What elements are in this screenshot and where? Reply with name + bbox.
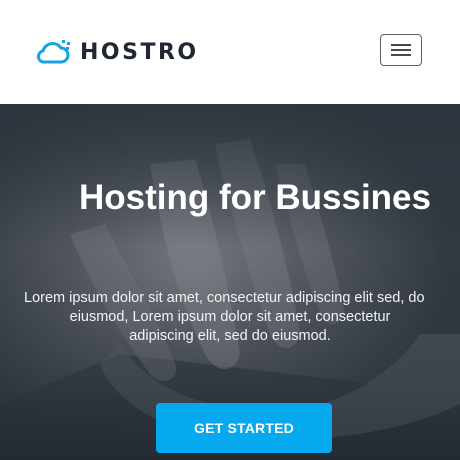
brand-name: HOSTRO [80,39,199,65]
brand-logo-link[interactable]: HOSTRO [36,36,199,68]
hero-description-line: eiusmod, Lorem ipsum dolor sit amet, con… [69,309,391,325]
menu-toggle-button[interactable] [380,34,422,66]
hero-description-line: adipiscing elit, sed do eiusmod. [129,328,331,344]
navbar: HOSTRO [0,0,460,104]
cloud-icon [36,40,70,64]
hero-description-line: Lorem ipsum dolor sit amet, consectetur … [24,290,425,306]
hero-section: Hosting for Bussines Lorem ipsum dolor s… [0,104,460,460]
get-started-button[interactable]: GET STARTED [156,403,332,453]
page: HOSTRO Hosting for Bussines Lorem ipsum … [0,0,460,460]
hero-title: Hosting for Bussines [79,178,431,217]
hero-description: Lorem ipsum dolor sit amet, consectetur … [0,289,460,346]
